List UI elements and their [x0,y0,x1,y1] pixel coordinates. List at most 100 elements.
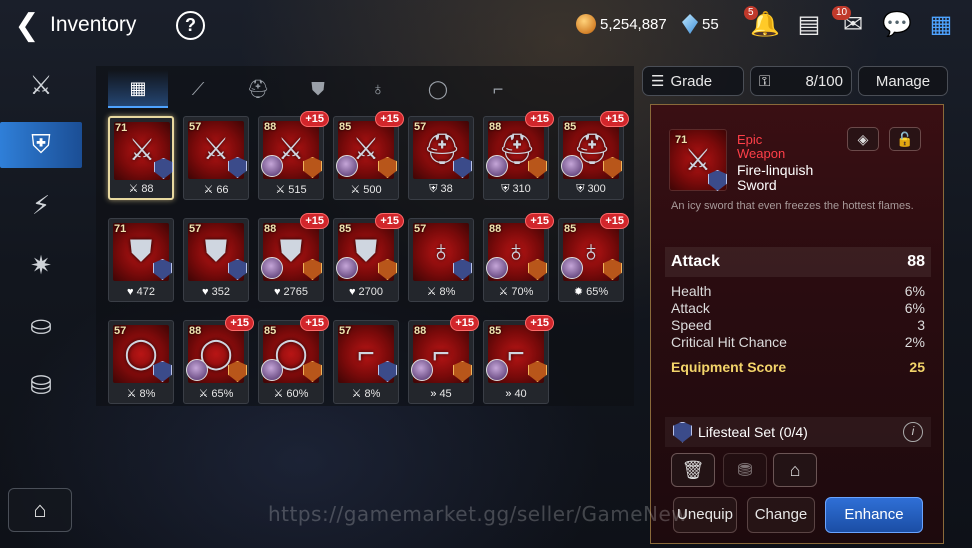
sidebar-item-materials[interactable]: ✷ [0,242,82,288]
item-slot[interactable]: ◯ 57 ⚔ 8% [108,320,174,404]
item-slot[interactable]: ♁ 88 +15 ⚔ 70% [483,213,554,302]
unlock-icon[interactable]: 🔓 [889,127,921,151]
enhance-badge: +15 [300,111,329,127]
page-title: Inventory [50,13,137,36]
sort-grade-button[interactable]: ☰ Grade [642,66,744,96]
hero-avatar [261,155,283,177]
hero-avatar [486,257,508,279]
sidebar-item-consumables[interactable]: ⛀ [0,302,82,348]
item-main-stat: ⚔ 60% [259,387,323,400]
set-lifesteal-icon [673,421,692,443]
crystal-icon [682,14,698,34]
item-main-stat: ⚔ 8% [409,285,473,298]
enhance-badge: +15 [450,315,479,331]
stat-icon: ♥ [348,286,356,298]
stat-value: 8% [139,388,156,400]
item-main-stat: ⛨ 38 [409,183,473,196]
item-slot[interactable]: ⛑ 88 +15 ⛨ 310 [483,111,554,200]
stat-icon: » [430,388,437,400]
hero-avatar [336,155,358,177]
shop-icon[interactable]: ▤ [794,10,824,40]
item-slot[interactable]: ♁ 85 +15 ✹ 65% [558,213,629,302]
sword-shield-icon: ⚔ [29,69,53,100]
sidebar-item-chests[interactable]: ⛁ [0,362,82,408]
stat-icon: ⚔ [203,184,214,196]
hero-avatar [486,155,508,177]
store-button[interactable]: ⌂ [773,453,817,487]
tab-necklace[interactable]: ♁ [348,70,408,108]
capacity-value: 8/100 [805,72,843,90]
tab-boots[interactable]: ⌐ [468,70,528,108]
item-slot[interactable]: ⛑ 85 +15 ⛨ 300 [558,111,629,200]
share-icon[interactable]: ◈ [847,127,879,151]
storage-button[interactable]: ⌂ [8,488,72,532]
item-slot[interactable]: ⌐ 85 +15» 40 [483,315,554,404]
bell-icon[interactable]: 🔔 5 [744,6,780,40]
item-slot[interactable]: ⚔ 71 ⚔ 88 [108,116,174,200]
item-slot[interactable]: ⌐ 57 ⚔ 8% [333,320,399,404]
bag-icon: ⛀ [30,309,52,340]
sidebar-item-gear[interactable]: ⛨ [0,122,82,168]
item-slot[interactable]: ⛊ 88 +15 ♥ 2765 [258,213,329,302]
tab-weapon[interactable]: ⟋ [168,70,228,108]
item-slot[interactable]: ⚔ 85 +15 ⚔ 500 [333,111,404,200]
stat-value: 300 [587,183,606,195]
sell-button[interactable]: 🗑 [671,453,715,487]
mail-badge: 10 [832,6,852,20]
back-arrow-icon[interactable]: ❮ [12,9,42,42]
item-main-stat: ✹ 65% [559,285,623,298]
sidebar-item-equipment[interactable]: ⚔ [0,62,82,108]
necklace-icon: ♁ [371,78,385,99]
item-level: 57 [189,223,202,235]
substat-row: Critical Hit Chance 2% [671,334,925,351]
menu-grid-icon[interactable]: ▦ [926,10,956,40]
item-slot[interactable]: ⛊ 85 +15 ♥ 2700 [333,213,404,302]
enhance-badge: +15 [375,111,404,127]
hero-avatar [561,257,583,279]
item-slot[interactable]: ♁ 57 ⚔ 8% [408,218,474,302]
grid-icon: ▦ [129,77,147,98]
chest-icon: ⛁ [30,369,52,400]
substat-row: Attack 6% [671,300,925,317]
item-slot[interactable]: ◯ 88 +15 ⚔ 65% [183,315,254,404]
stat-icon: ⚔ [198,388,209,400]
stat-icon: ♥ [273,286,281,298]
tab-ring[interactable]: ◯ [408,70,468,108]
item-slot[interactable]: ⛑ 57 ⛨ 38 [408,116,474,200]
item-slot[interactable]: ⚔ 88 +15 ⚔ 515 [258,111,329,200]
tab-helmet[interactable]: ⛑ [228,70,288,108]
enhance-button[interactable]: Enhance [825,497,923,533]
help-icon[interactable]: ? [176,11,205,40]
stat-icon: ⛨ [576,183,585,195]
substat-label: Attack [671,300,710,316]
item-slot[interactable]: ⚔ 57 ⚔ 66 [183,116,249,200]
item-level: 57 [114,325,127,337]
manage-button[interactable]: Manage [858,66,948,96]
tab-armor[interactable]: ⛊ [288,70,348,108]
mail-icon[interactable]: ✉ 10 [832,6,868,40]
item-slot[interactable]: ⌐ 88 +15» 45 [408,315,479,404]
item-slot[interactable]: ⛊ 71 ♥ 472 [108,218,174,302]
enhance-badge: +15 [225,315,254,331]
chat-icon[interactable]: 💬 [882,10,912,40]
set-lifesteal-icon [708,170,727,191]
stat-value: 515 [288,184,307,196]
score-label: Equipment Score [671,359,787,375]
set-bonus-bar[interactable]: Lifesteal Set (0/4) i [665,417,931,447]
substat-row: Speed 3 [671,317,925,334]
stat-value: 38 [440,183,453,195]
item-main-stat: ♥ 2765 [259,286,323,298]
stat-value: 2700 [358,286,383,298]
change-button[interactable]: Change [747,497,815,533]
extract-button[interactable]: ⛃ [723,453,767,487]
main-stat-label: Attack [671,253,720,270]
stat-value: 40 [514,388,527,400]
info-icon[interactable]: i [903,422,923,442]
item-slot[interactable]: ⛊ 57 ♥ 352 [183,218,249,302]
item-slot[interactable]: ◯ 85 +15 ⚔ 60% [258,315,329,404]
sidebar-item-artifact[interactable]: ⚡ [0,182,82,228]
equipment-tabs: ▦ ⟋ ⛑ ⛊ ♁ ◯ ⌐ [108,70,528,110]
stat-value: 352 [211,286,230,298]
item-main-stat: ⚔ 65% [184,387,248,400]
tab-all[interactable]: ▦ [108,70,168,108]
